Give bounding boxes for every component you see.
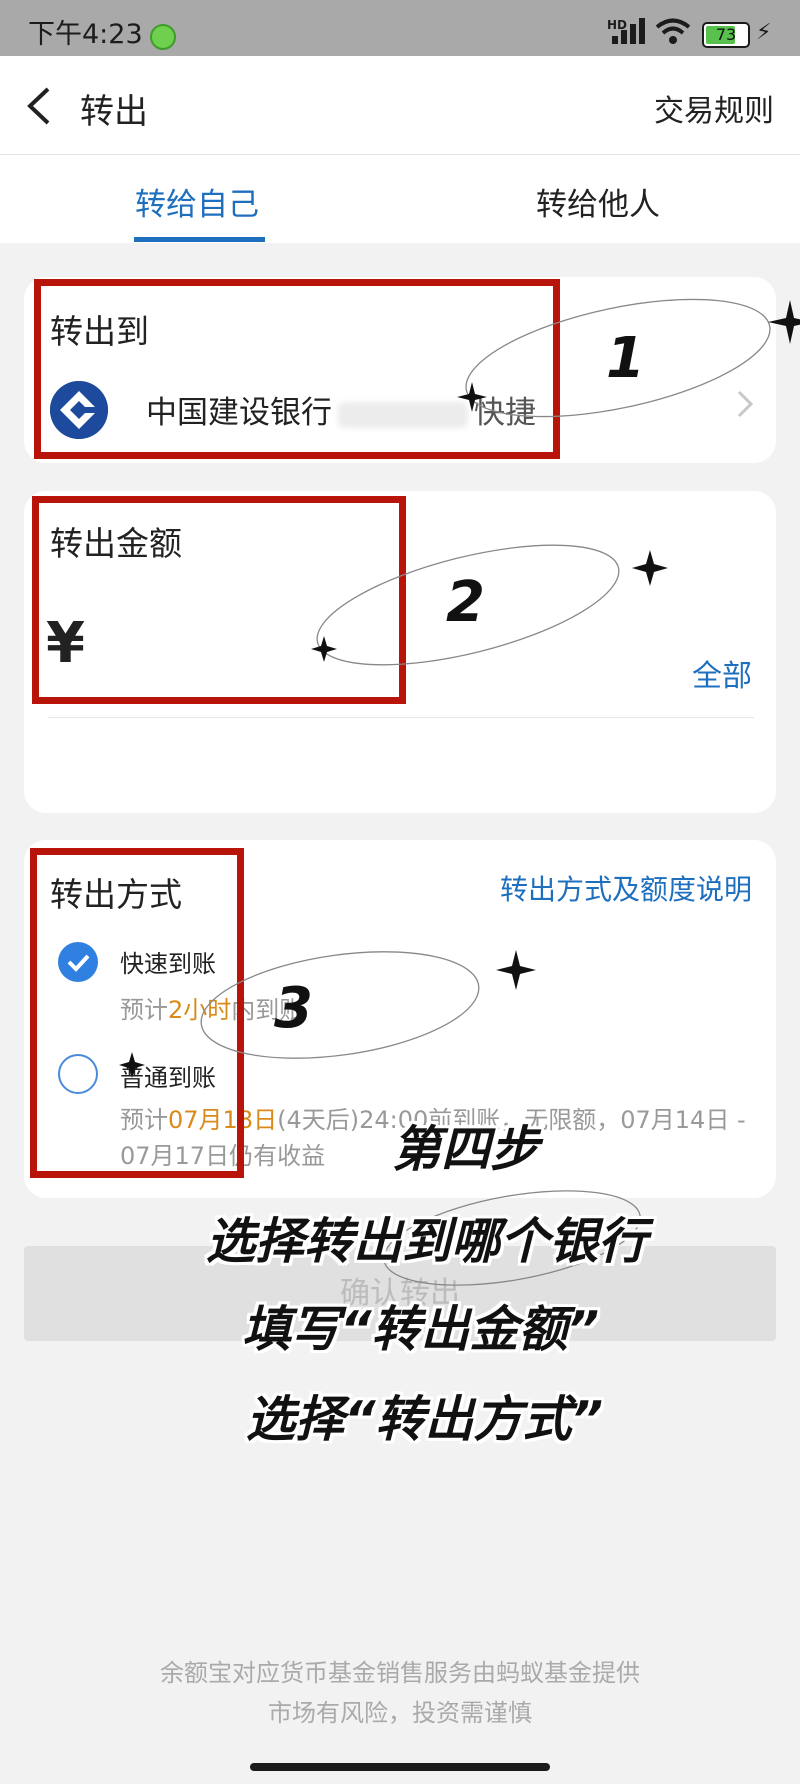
annotation-number-2: 2 [446,570,485,635]
sparkle-icon [311,636,337,662]
sparkle-icon [119,1052,145,1078]
caption-line-method: 选择“转出方式” [246,1391,604,1448]
sparkle-icon [496,950,536,990]
annotation-number-3: 3 [274,976,313,1041]
caption-line-amount: 填写“转出金额” [242,1301,600,1358]
doodle-ellipse-3 [200,951,480,1059]
annotation-doodles [119,298,800,1286]
caption-step-title: 第四步 [392,1121,540,1178]
sparkle-icon [768,300,800,344]
annotation-number-1: 1 [606,326,645,391]
sparkle-icon [632,550,668,586]
sparkle-icon [457,382,487,412]
caption-line-bank: 选择转出到哪个银行 [206,1213,648,1270]
